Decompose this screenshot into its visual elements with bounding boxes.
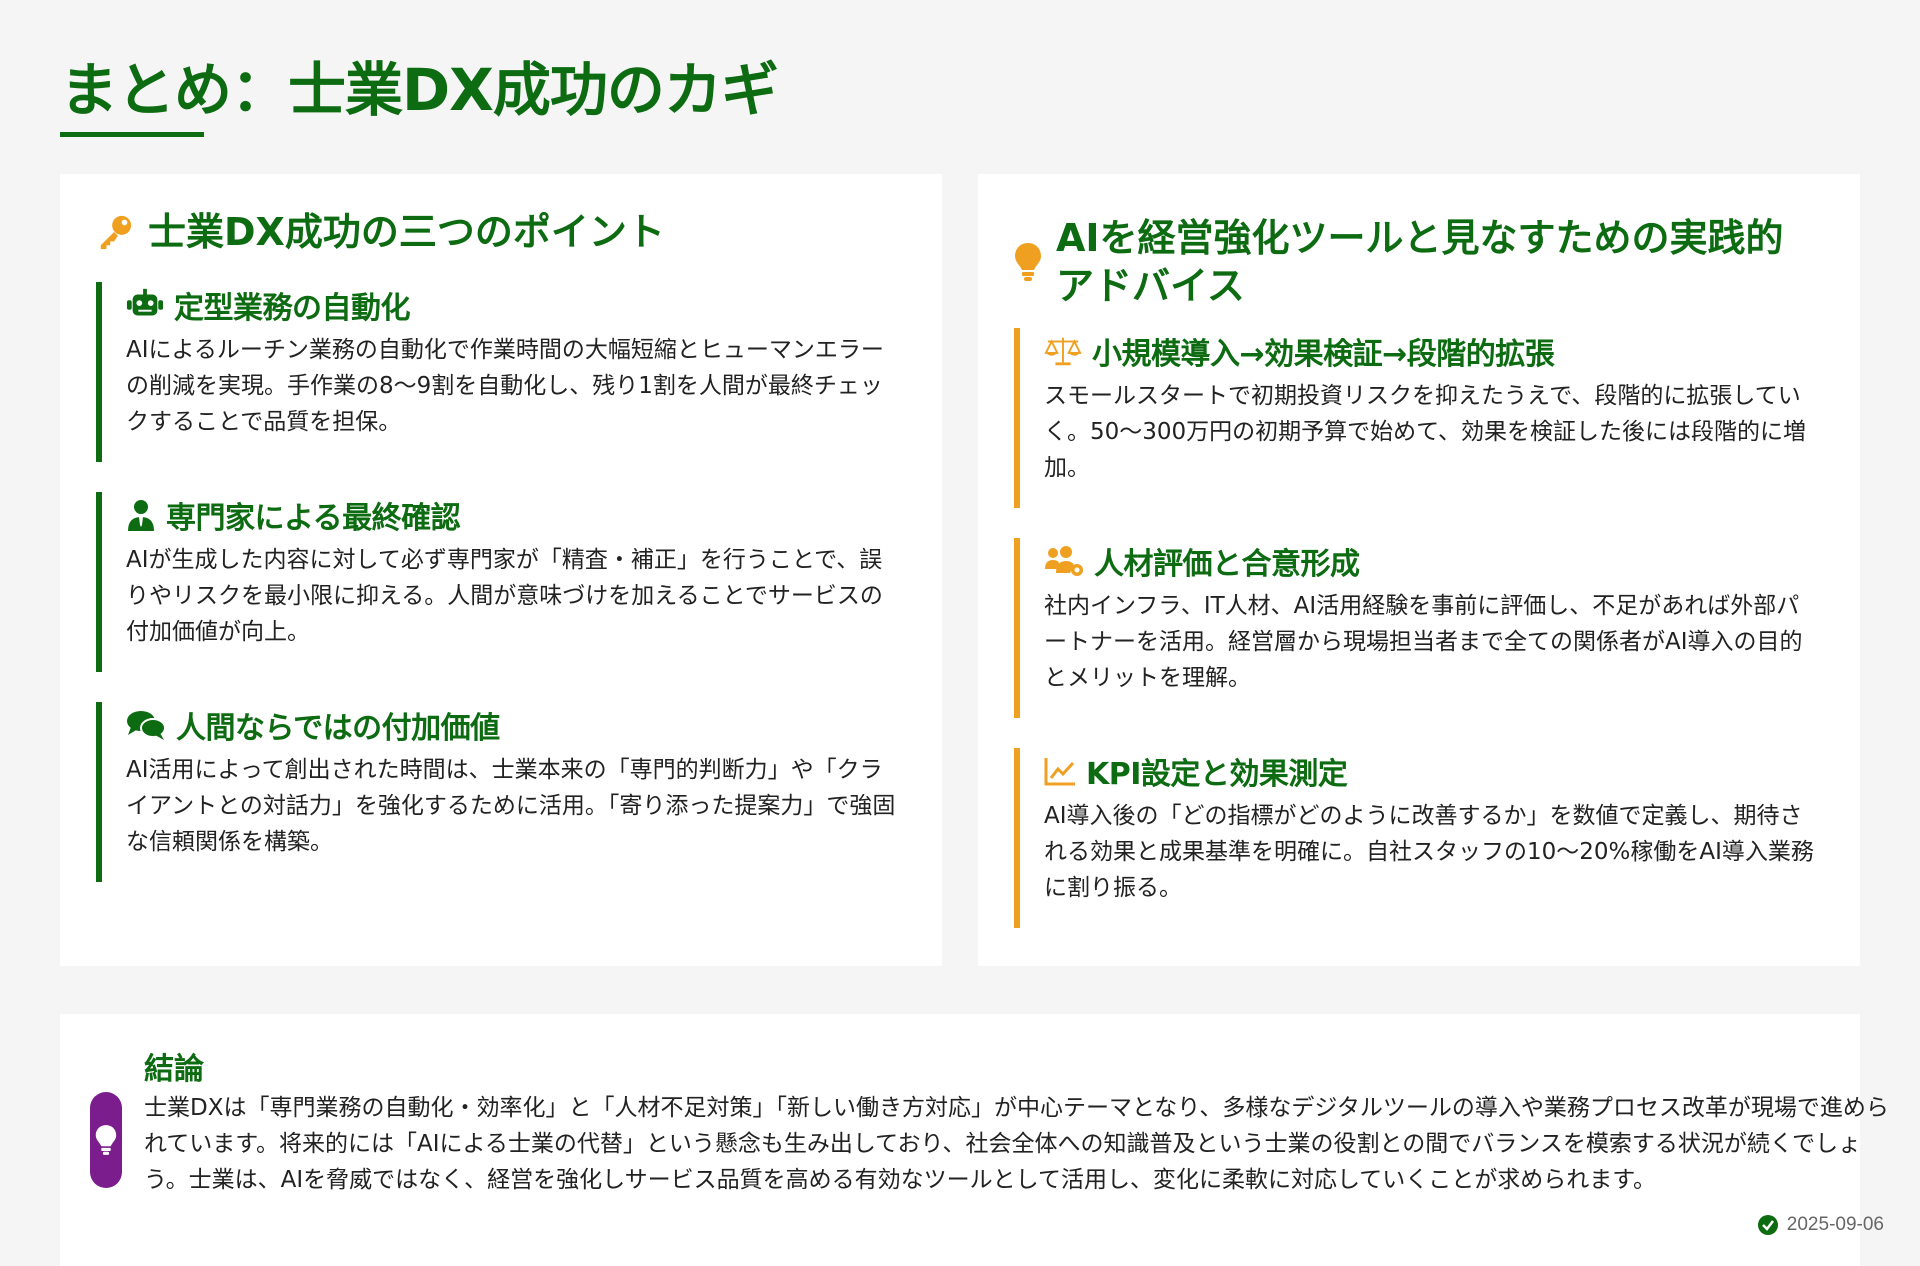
item-title: 定型業務の自動化	[174, 291, 411, 326]
conclusion-box: 結論 士業DXは「専門業務の自動化・効率化」と「人材不足対策」「新しい働き方対応…	[60, 1014, 1889, 1266]
lightbulb-icon	[90, 1092, 122, 1188]
date-text: 2025-09-06	[1786, 1214, 1884, 1235]
key-icon	[96, 213, 134, 251]
success-points-card: 士業DX成功の三つのポイント 定型業務の自動化 AIによるルーチン業務の自動化で…	[60, 174, 942, 966]
chart-line-icon	[1044, 756, 1076, 786]
item-body: 社内インフラ、IT人材、AI活用経験を事前に評価し、不足があれば外部パートナーを…	[1044, 593, 1803, 691]
item-title: KPI設定と効果測定	[1086, 757, 1348, 792]
item-body: スモールスタートで初期投資リスクを抑えたうえで、段階的に拡張していく。50～30…	[1044, 383, 1807, 481]
item-body: AI導入後の「どの指標がどのように改善するか」を数値で定義し、期待される効果と成…	[1044, 803, 1814, 901]
point-item: 人間ならではの付加価値 AI活用によって創出された時間は、士業本来の「専門的判断…	[96, 702, 916, 882]
item-title: 専門家による最終確認	[166, 501, 461, 536]
lightbulb-icon	[1014, 242, 1042, 282]
user-tie-icon	[126, 499, 156, 531]
robot-icon	[126, 288, 164, 322]
item-body: AIによるルーチン業務の自動化で作業時間の大幅短縮とヒューマンエラーの削減を実現…	[126, 337, 884, 435]
advice-item: KPI設定と効果測定 AI導入後の「どの指標がどのように改善するか」を数値で定義…	[1014, 748, 1834, 928]
item-body: AI活用によって創出された時間は、士業本来の「専門的判断力」や「クライアントとの…	[126, 757, 896, 855]
title-underline	[60, 132, 204, 137]
conclusion-body: 士業DXは「専門業務の自動化・効率化」と「人材不足対策」「新しい働き方対応」が中…	[144, 1095, 1889, 1193]
item-title: 小規模導入→効果検証→段階的拡張	[1092, 337, 1555, 372]
card-header: AIを経営強化ツールと見なすための実践的アドバイス	[1014, 214, 1814, 310]
advice-item: 人材評価と合意形成 社内インフラ、IT人材、AI活用経験を事前に評価し、不足があ…	[1014, 538, 1834, 718]
date-badge: 2025-09-06	[1757, 1214, 1884, 1236]
card-title: 士業DX成功の三つのポイント	[148, 210, 665, 254]
users-cog-icon	[1044, 545, 1084, 577]
card-header: 士業DX成功の三つのポイント	[96, 208, 665, 256]
advice-item: 小規模導入→効果検証→段階的拡張 スモールスタートで初期投資リスクを抑えたうえで…	[1014, 328, 1834, 508]
item-body: AIが生成した内容に対して必ず専門家が「精査・補正」を行うことで、誤りやリスクを…	[126, 547, 883, 645]
point-item: 定型業務の自動化 AIによるルーチン業務の自動化で作業時間の大幅短縮とヒューマン…	[96, 282, 916, 462]
item-title: 人材評価と合意形成	[1094, 547, 1360, 582]
page-title: まとめ：士業DX成功のカギ	[60, 56, 779, 124]
comments-icon	[126, 709, 166, 741]
conclusion-title: 結論	[144, 1052, 204, 1087]
check-circle-icon	[1757, 1214, 1779, 1236]
balance-scale-icon	[1044, 335, 1082, 367]
card-title: AIを経営強化ツールと見なすための実践的アドバイス	[1056, 216, 1784, 308]
advice-card: AIを経営強化ツールと見なすための実践的アドバイス 小規模導入→効果検証→段階的…	[978, 174, 1860, 966]
point-item: 専門家による最終確認 AIが生成した内容に対して必ず専門家が「精査・補正」を行う…	[96, 492, 916, 672]
item-title: 人間ならではの付加価値	[176, 711, 500, 746]
